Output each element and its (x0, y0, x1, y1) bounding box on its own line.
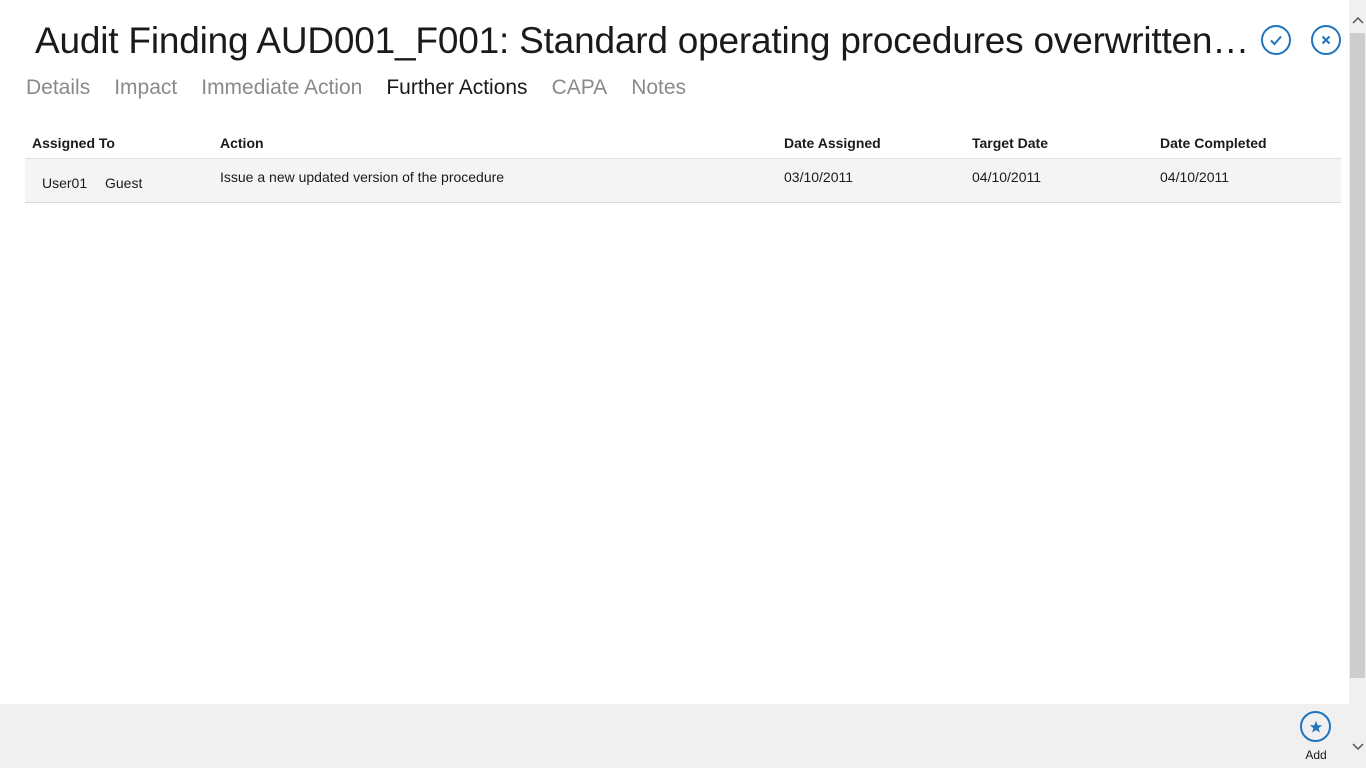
assigned-user: User01 (42, 175, 88, 191)
app-bar: Add (0, 704, 1349, 768)
date-completed-cell: 04/10/2011 (1160, 169, 1230, 185)
further-actions-table: Assigned To Action Date Assigned Target … (25, 128, 1341, 203)
chevron-down-icon (1351, 743, 1364, 751)
scroll-down-button[interactable] (1349, 737, 1366, 757)
tab-impact[interactable]: Impact (114, 74, 177, 102)
chevron-up-icon (1351, 16, 1364, 24)
column-header-target-date[interactable]: Target Date (972, 135, 1048, 151)
vertical-scrollbar[interactable] (1349, 0, 1366, 768)
column-header-action[interactable]: Action (220, 135, 264, 151)
page-title: Audit Finding AUD001_F001: Standard oper… (35, 20, 1257, 61)
target-date-cell: 04/10/2011 (972, 169, 1042, 185)
checkmark-icon (1270, 35, 1282, 46)
column-header-date-completed[interactable]: Date Completed (1160, 135, 1267, 151)
column-header-assigned-to[interactable]: Assigned To (32, 135, 115, 151)
table-header: Assigned To Action Date Assigned Target … (25, 128, 1341, 158)
star-icon (1309, 720, 1322, 733)
tab-notes[interactable]: Notes (631, 74, 686, 102)
tab-bar: Details Impact Immediate Action Further … (26, 74, 710, 102)
page-header: Audit Finding AUD001_F001: Standard oper… (0, 0, 1349, 120)
accept-button[interactable] (1261, 25, 1291, 55)
tab-capa[interactable]: CAPA (552, 74, 608, 102)
scroll-up-button[interactable] (1349, 10, 1366, 30)
date-assigned-cell: 03/10/2011 (784, 169, 854, 185)
tab-immediate-action[interactable]: Immediate Action (201, 74, 362, 102)
tab-further-actions[interactable]: Further Actions (386, 74, 527, 102)
add-button-label: Add (1305, 748, 1327, 762)
table-row[interactable]: User01 Guest Issue a new updated version… (25, 158, 1341, 203)
tab-details[interactable]: Details (26, 74, 90, 102)
close-button[interactable] (1311, 25, 1341, 55)
add-button[interactable]: Add (1293, 710, 1339, 766)
add-button-circle (1300, 711, 1331, 742)
assigned-name: Guest (105, 175, 143, 191)
close-icon (1321, 35, 1331, 45)
action-cell: Issue a new updated version of the proce… (220, 169, 505, 185)
scrollbar-thumb[interactable] (1350, 33, 1365, 678)
column-header-date-assigned[interactable]: Date Assigned (784, 135, 881, 151)
